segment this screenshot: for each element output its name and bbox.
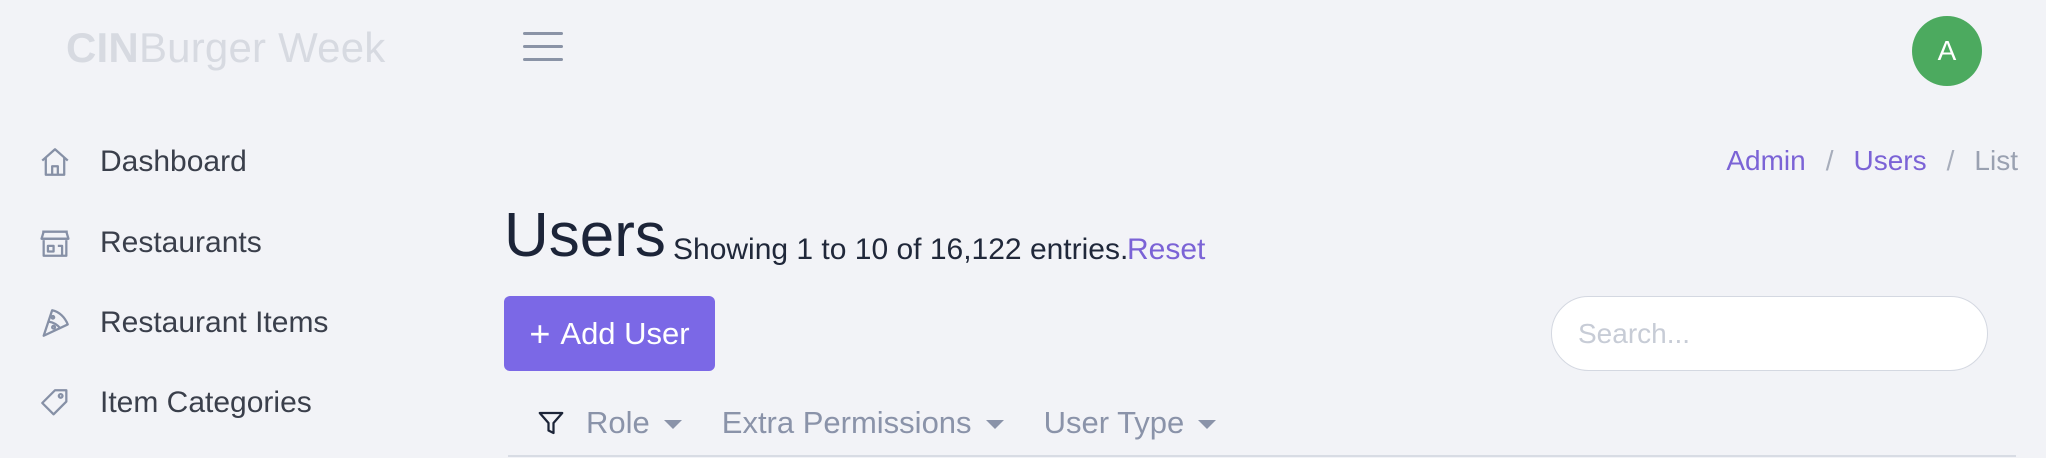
avatar-initial: A [1937, 35, 1957, 66]
sidebar-item-dashboard[interactable]: Dashboard [36, 137, 247, 187]
hamburger-line [523, 32, 563, 35]
sidebar-item-restaurants[interactable]: Restaurants [36, 218, 262, 268]
page-title: Users [504, 201, 666, 270]
table-divider [508, 455, 2016, 457]
breadcrumb: Admin / Users / List [1726, 145, 2018, 177]
breadcrumb-separator: / [1946, 145, 1955, 176]
caret-down-icon [985, 420, 1004, 429]
add-user-label: Add User [560, 315, 690, 351]
menu-toggle-button[interactable] [523, 32, 563, 68]
breadcrumb-users[interactable]: Users [1854, 145, 1927, 177]
entries-summary: Showing 1 to 10 of 16,122 entries. [673, 233, 1129, 266]
home-icon [36, 143, 74, 181]
sidebar-item-label: Dashboard [100, 145, 247, 178]
breadcrumb-separator: / [1825, 145, 1834, 176]
sidebar-item-item-categories[interactable]: Item Categories [36, 378, 312, 428]
reset-link[interactable]: Reset [1127, 233, 1205, 267]
sidebar-item-label: Item Categories [100, 386, 312, 419]
pizza-slice-icon [36, 304, 74, 342]
caret-down-icon [663, 420, 682, 429]
brand-logo[interactable]: CINBurger Week [66, 24, 385, 72]
dropdown-label: Extra Permissions [721, 405, 972, 440]
breadcrumb-list: List [1974, 145, 2018, 176]
dropdown-label: Role [586, 405, 650, 440]
caret-down-icon [1198, 420, 1217, 429]
hamburger-line [523, 45, 563, 48]
extra-permissions-filter-dropdown[interactable]: Extra Permissions [722, 405, 1004, 441]
sidebar-item-label: Restaurant Items [100, 306, 329, 339]
avatar[interactable]: A [1912, 16, 1982, 86]
search-input[interactable] [1551, 296, 1988, 371]
sidebar-item-restaurant-items[interactable]: Restaurant Items [36, 298, 328, 348]
role-filter-dropdown[interactable]: Role [586, 405, 682, 441]
add-user-button[interactable]: + Add User [504, 296, 715, 371]
user-type-filter-dropdown[interactable]: User Type [1044, 405, 1217, 441]
breadcrumb-admin[interactable]: Admin [1726, 145, 1805, 177]
hamburger-line [523, 58, 563, 61]
plus-icon: + [529, 312, 551, 354]
brand-bold: CIN [66, 24, 139, 71]
filter-icon[interactable] [536, 408, 566, 438]
filter-bar: Role Extra Permissions User Type [536, 398, 1256, 448]
store-icon [36, 224, 74, 262]
dropdown-label: User Type [1043, 405, 1185, 440]
sidebar-item-label: Restaurants [100, 226, 262, 259]
tag-icon [36, 384, 74, 422]
brand-rest: Burger Week [138, 24, 386, 71]
